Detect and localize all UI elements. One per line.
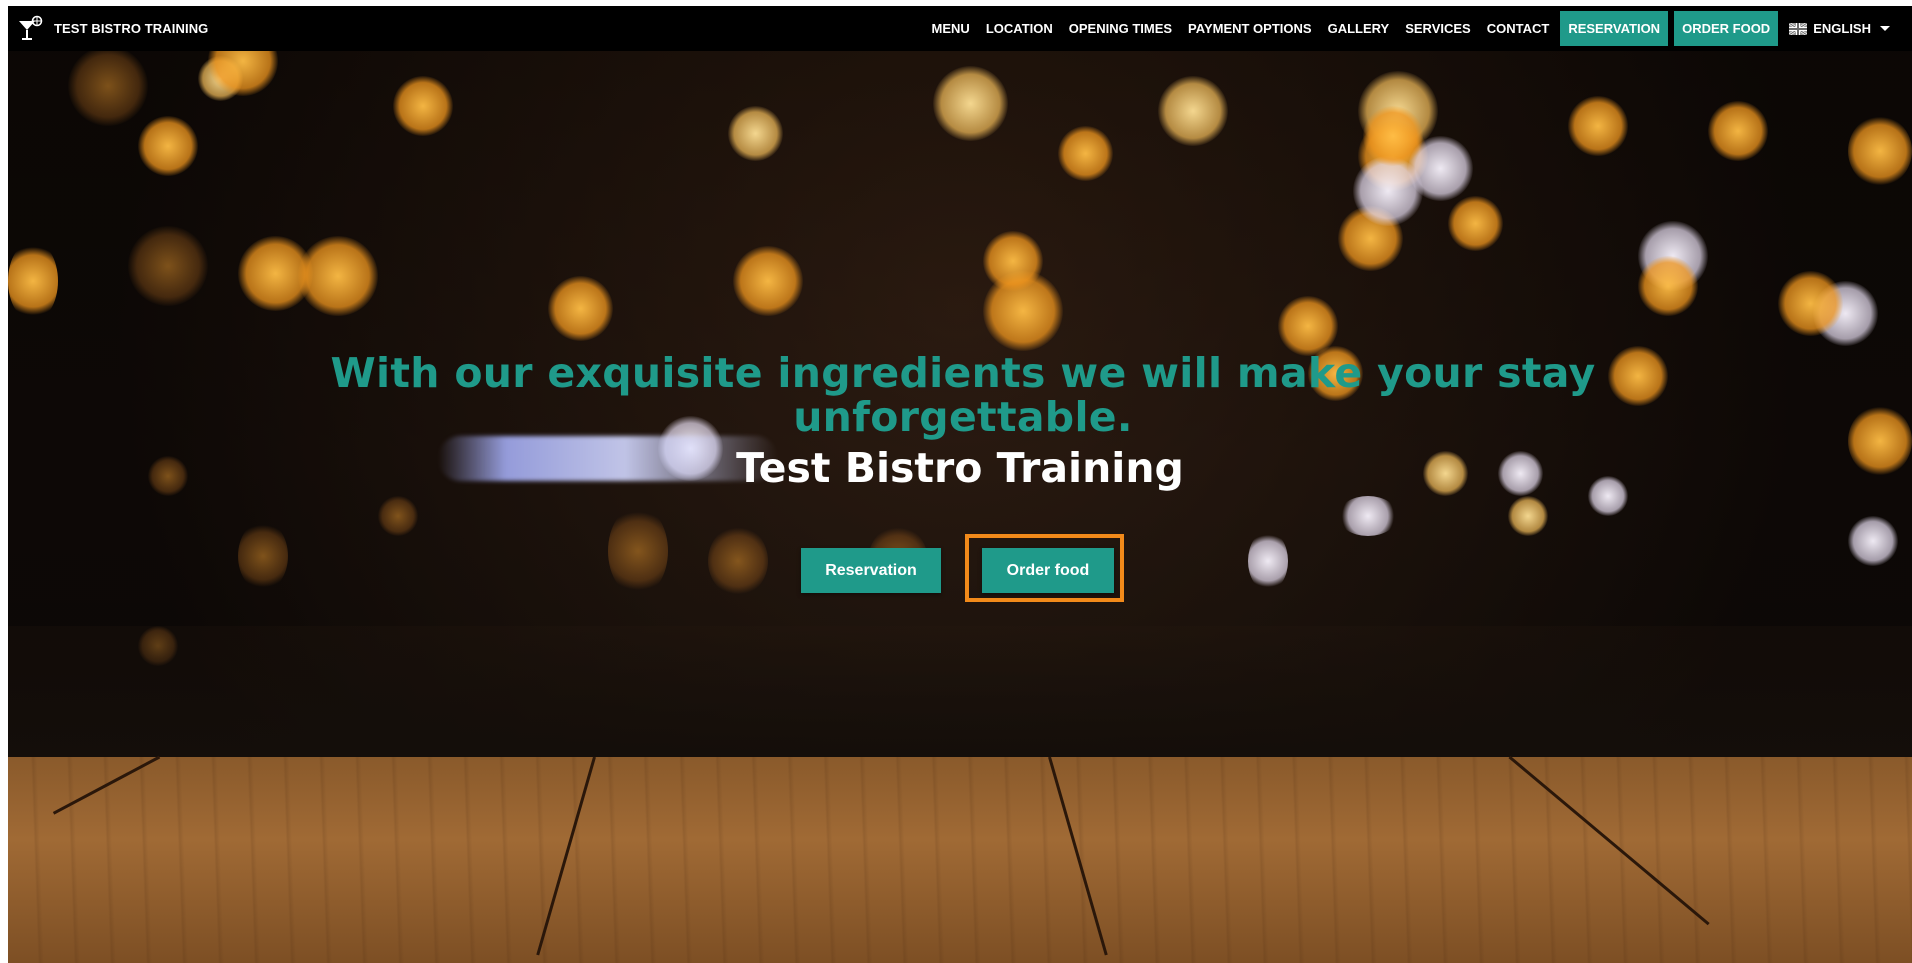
nav-link-contact[interactable]: CONTACT xyxy=(1487,21,1550,36)
wood-table-background xyxy=(8,757,1912,963)
brand[interactable]: TEST BISTRO TRAINING xyxy=(16,6,208,51)
uk-flag-icon xyxy=(1789,22,1808,35)
nav-link-services[interactable]: SERVICES xyxy=(1405,21,1471,36)
main-nav: MENU LOCATION OPENING TIMES PAYMENT OPTI… xyxy=(924,6,1912,51)
nav-link-payment-options[interactable]: PAYMENT OPTIONS xyxy=(1188,21,1312,36)
reservation-button[interactable]: Reservation xyxy=(801,548,941,593)
nav-link-menu[interactable]: MENU xyxy=(932,21,970,36)
hero-headline: With our exquisite ingredients we will m… xyxy=(330,349,1596,441)
hero-section: With our exquisite ingredients we will m… xyxy=(8,6,1912,757)
hero-subtitle: Test Bistro Training xyxy=(736,444,1184,492)
nav-link-gallery[interactable]: GALLERY xyxy=(1328,21,1390,36)
nav-order-food-button[interactable]: ORDER FOOD xyxy=(1674,11,1779,46)
brand-name: TEST BISTRO TRAINING xyxy=(54,21,209,36)
top-navbar: TEST BISTRO TRAINING MENU LOCATION OPENI… xyxy=(8,6,1912,51)
cocktail-glass-icon xyxy=(19,15,43,40)
nav-link-location[interactable]: LOCATION xyxy=(986,21,1053,36)
caret-down-icon xyxy=(1880,26,1890,31)
page-frame: TEST BISTRO TRAINING MENU LOCATION OPENI… xyxy=(8,6,1912,963)
nav-link-opening-times[interactable]: OPENING TIMES xyxy=(1069,21,1172,36)
language-selector[interactable]: ENGLISH xyxy=(1789,21,1890,36)
nav-reservation-button[interactable]: RESERVATION xyxy=(1560,11,1669,46)
order-food-button[interactable]: Order food xyxy=(982,548,1114,593)
language-label: ENGLISH xyxy=(1813,21,1871,36)
